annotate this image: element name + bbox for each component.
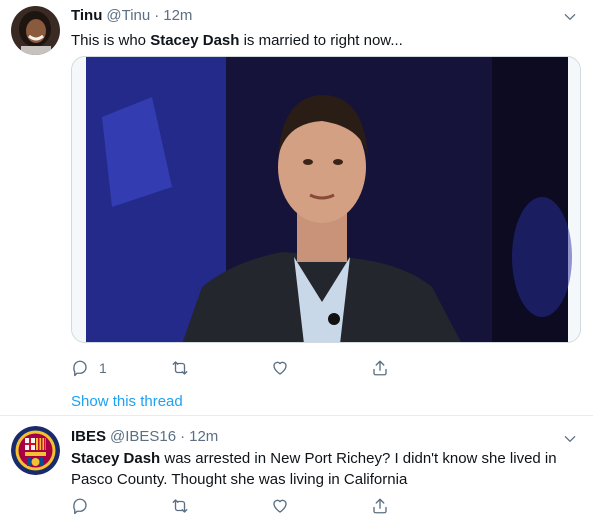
tweet-actions: 1: [71, 359, 471, 377]
like-button[interactable]: [271, 497, 371, 515]
share-button[interactable]: [371, 497, 471, 515]
tweet-text-part: is married to right now...: [239, 32, 403, 49]
tweet-text-bold: Stacey Dash: [71, 450, 161, 467]
tweet-image[interactable]: [71, 56, 581, 343]
heart-icon: [273, 499, 287, 513]
user-handle[interactable]: @Tinu: [106, 7, 150, 24]
tweet[interactable]: Tinu @Tinu · 12m This is who Stacey Dash…: [0, 0, 593, 416]
avatar[interactable]: [11, 6, 60, 55]
heart-icon: [273, 361, 287, 375]
avatar[interactable]: [11, 426, 60, 475]
retweet-icon: [172, 499, 188, 513]
user-handle[interactable]: @IBES16: [110, 428, 176, 445]
tweet-text: This is who Stacey Dash is married to ri…: [71, 30, 563, 51]
reply-count: 1: [99, 360, 107, 376]
reply-button[interactable]: [71, 497, 171, 515]
show-thread-link[interactable]: Show this thread: [71, 393, 183, 410]
reply-button[interactable]: 1: [71, 359, 171, 377]
chevron-down-icon[interactable]: [561, 430, 579, 448]
display-name[interactable]: IBES: [71, 428, 106, 445]
retweet-icon: [172, 361, 188, 375]
like-button[interactable]: [271, 359, 371, 377]
tweet-header: IBES @IBES16 · 12m: [71, 428, 218, 445]
reply-icon: [73, 360, 87, 377]
share-icon: [373, 360, 387, 376]
separator-dot: ·: [180, 428, 186, 445]
tweet-header: Tinu @Tinu · 12m: [71, 7, 192, 24]
chevron-down-icon[interactable]: [561, 8, 579, 26]
tweet-text-part: This is who: [71, 32, 151, 49]
timestamp[interactable]: 12m: [189, 428, 218, 445]
tweet-text-bold: Stacey Dash: [150, 32, 240, 49]
tweet-actions: [71, 497, 471, 515]
share-icon: [373, 498, 387, 514]
retweet-button[interactable]: [171, 359, 271, 377]
tweet-text: Stacey Dash was arrested in New Port Ric…: [71, 448, 563, 490]
display-name[interactable]: Tinu: [71, 7, 102, 24]
share-button[interactable]: [371, 359, 471, 377]
reply-icon: [73, 498, 87, 515]
timestamp[interactable]: 12m: [163, 7, 192, 24]
separator-dot: ·: [154, 7, 160, 24]
retweet-button[interactable]: [171, 497, 271, 515]
